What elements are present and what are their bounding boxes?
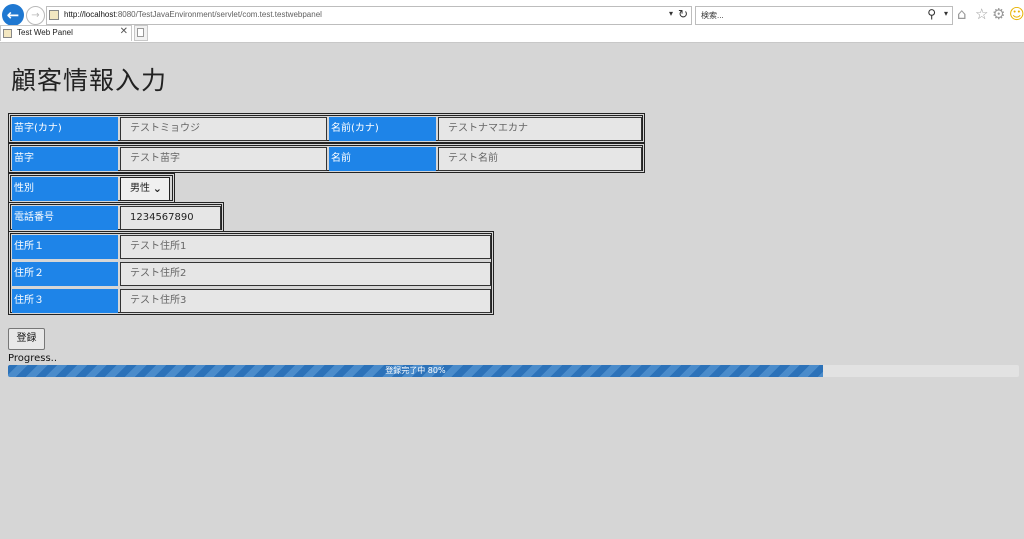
address2-field[interactable]: テスト住所2 — [120, 262, 491, 286]
address3-field[interactable]: テスト住所3 — [120, 289, 491, 313]
first-name-kana-field[interactable]: テストナマエカナ — [438, 117, 642, 141]
tab-favicon-icon — [3, 29, 12, 38]
tab-bar: Test Web Panel ✕ — [0, 25, 1024, 41]
address1-field[interactable]: テスト住所1 — [120, 235, 491, 259]
forward-arrow-icon[interactable]: → — [26, 6, 45, 25]
progress-text: 登録完了中 80% — [385, 366, 446, 375]
tab-title: Test Web Panel — [17, 28, 73, 37]
address-url: http://localhost:8080/TestJavaEnvironmen… — [64, 10, 322, 19]
gear-icon[interactable]: ⚙ — [992, 5, 1005, 23]
page-favicon-icon — [49, 10, 59, 20]
gender-label: 性別 — [12, 177, 118, 201]
smiley-icon[interactable]: ☺ — [1009, 5, 1024, 23]
first-name-field[interactable]: テスト名前 — [438, 147, 642, 171]
phone-field[interactable]: 1234567890 — [120, 206, 221, 230]
form-row-kana: 苗字(カナ) テストミョウジ 名前(カナ) テストナマエカナ — [8, 113, 645, 143]
first-name-kana-label: 名前(カナ) — [329, 117, 436, 141]
progress-bar: 登録完了中 80% — [8, 365, 1019, 377]
address-bar[interactable]: http://localhost:8080/TestJavaEnvironmen… — [46, 6, 692, 25]
last-name-kana-field[interactable]: テストミョウジ — [120, 117, 327, 141]
star-icon[interactable]: ☆ — [975, 5, 988, 23]
search-placeholder: 検索... — [701, 11, 724, 20]
address2-label: 住所２ — [12, 262, 118, 286]
search-box[interactable]: 検索... ⚲ ▾ — [695, 6, 953, 25]
close-icon[interactable]: ✕ — [120, 26, 128, 37]
url-path: :8080/TestJavaEnvironment/servlet/com.te… — [115, 10, 322, 19]
form-row-phone: 電話番号 1234567890 — [8, 202, 224, 232]
tab-test-web-panel[interactable]: Test Web Panel ✕ — [0, 25, 132, 41]
form-row-gender: 性別 男性 ⌄ — [8, 173, 175, 203]
address1-label: 住所１ — [12, 235, 118, 259]
search-icon[interactable]: ⚲ — [927, 7, 936, 21]
last-name-label: 苗字 — [12, 147, 118, 171]
gender-select[interactable]: 男性 ⌄ — [120, 177, 170, 201]
phone-label: 電話番号 — [12, 206, 118, 230]
submit-button[interactable]: 登録 — [8, 328, 45, 350]
last-name-kana-label: 苗字(カナ) — [12, 117, 118, 141]
browser-chrome: ← → http://localhost:8080/TestJavaEnviro… — [0, 0, 1024, 43]
url-host: http://localhost — [64, 10, 116, 19]
back-arrow-icon[interactable]: ← — [2, 4, 24, 26]
form-row-name: 苗字 テスト苗字 名前 テスト名前 — [8, 143, 645, 173]
form-address-block: 住所１ テスト住所1 住所２ テスト住所2 住所３ テスト住所3 — [8, 231, 494, 315]
progress-label: Progress.. — [8, 353, 58, 364]
address3-label: 住所３ — [12, 289, 118, 313]
chevron-down-icon[interactable]: ▾ — [669, 9, 673, 18]
last-name-field[interactable]: テスト苗字 — [120, 147, 327, 171]
new-tab-button[interactable] — [134, 25, 148, 41]
new-tab-icon — [137, 28, 144, 37]
first-name-label: 名前 — [329, 147, 436, 171]
refresh-icon[interactable]: ↻ — [678, 7, 688, 21]
gender-selected-value: 男性 — [130, 183, 150, 194]
page-title: 顧客情報入力 — [11, 66, 168, 95]
search-dropdown-icon[interactable]: ▾ — [944, 9, 948, 18]
home-icon[interactable]: ⌂ — [957, 5, 967, 23]
chevron-down-icon: ⌄ — [152, 182, 162, 195]
